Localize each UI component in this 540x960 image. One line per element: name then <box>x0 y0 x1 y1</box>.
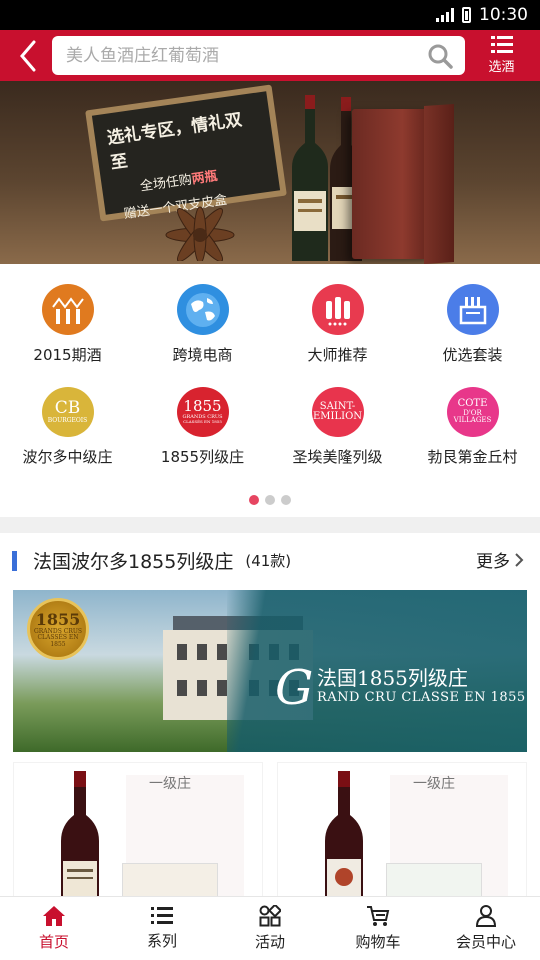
category-label: 跨境电商 <box>172 346 233 364</box>
list-icon <box>151 907 173 924</box>
nav-series[interactable]: 系列 <box>108 897 216 960</box>
back-button[interactable] <box>8 30 48 81</box>
filter-label: 选酒 <box>488 60 515 75</box>
category-label: 圣埃美隆列级 <box>292 448 383 466</box>
product-tag: 一级庄 <box>413 776 455 792</box>
page-indicator <box>0 495 540 505</box>
page-dot[interactable] <box>281 495 291 505</box>
category-label: 2015期酒 <box>33 346 102 364</box>
search-bar[interactable] <box>52 36 465 75</box>
cote-dor-icon: COTE D'OR VILLAGES <box>446 387 499 437</box>
category-label: 波尔多中级庄 <box>22 448 113 466</box>
bottom-nav: 首页 系列 活动 购物车 会员中心 <box>0 896 540 960</box>
user-icon <box>475 905 497 927</box>
home-icon <box>43 906 65 926</box>
leather-gift-box-lid <box>424 103 454 264</box>
menu-list-icon <box>490 36 513 53</box>
category-cote-dor[interactable]: COTE D'OR VILLAGES 勃艮第金丘村 <box>405 365 540 467</box>
search-icon[interactable] <box>427 43 453 69</box>
section-header: 法国波尔多1855列级庄 (41款) <box>0 533 540 588</box>
category-1855-classified[interactable]: 1855 GRANDS CRUS CLASSÉS EN 1855 1855列级庄 <box>135 365 270 467</box>
category-2015-futures[interactable]: 2015期酒 <box>0 264 135 365</box>
category-label: 1855列级庄 <box>160 448 245 466</box>
page-dot[interactable] <box>265 495 275 505</box>
section-1855: 法国波尔多1855列级庄 (41款) 更多 1855 GRANDS CRUS C… <box>0 533 540 922</box>
page-dot[interactable] <box>249 495 259 505</box>
globe-icon <box>176 284 229 335</box>
cart-icon <box>367 906 390 926</box>
section-banner[interactable]: 1855 GRANDS CRUS CLASSÉS EN 1855 G 法国185… <box>13 590 527 752</box>
wine-filter-button[interactable]: 选酒 <box>473 36 530 75</box>
category-label: 勃艮第金丘村 <box>427 448 518 466</box>
banner-initial: G <box>275 660 314 716</box>
nav-home[interactable]: 首页 <box>0 897 108 960</box>
nav-label: 首页 <box>38 933 69 951</box>
nav-member-center[interactable]: 会员中心 <box>432 897 540 960</box>
nav-activity[interactable]: 活动 <box>216 897 324 960</box>
signal-icon <box>436 8 454 22</box>
category-grid: 2015期酒 跨境电商 大师推荐 优选套装 CB BOURGEOIS 波尔多中级庄 <box>0 264 540 467</box>
promo-banner[interactable]: 选礼专区，情礼双至 全场任购两瓶 赠送一个双支皮盒 <box>0 81 540 264</box>
section-count: (41款) <box>245 552 292 570</box>
wine-bottle-image <box>292 95 328 261</box>
category-panel: 2015期酒 跨境电商 大师推荐 优选套装 CB BOURGEOIS 波尔多中级庄 <box>0 264 540 517</box>
nav-label: 活动 <box>254 933 285 951</box>
gift-box-icon <box>446 284 499 335</box>
top-header: 选酒 <box>0 30 540 81</box>
chevron-left-icon <box>20 40 36 71</box>
cru-bourgeois-icon: CB BOURGEOIS <box>41 387 94 437</box>
section-title: 法国波尔多1855列级庄 <box>33 551 234 573</box>
status-time: 10:30 <box>479 5 528 25</box>
category-master-pick[interactable]: 大师推荐 <box>270 264 405 365</box>
nav-cart[interactable]: 购物车 <box>324 897 432 960</box>
banner-title: 法国1855列级庄 <box>317 666 468 690</box>
section-accent-bar <box>12 550 17 571</box>
banner-subtitle: RAND CRU CLASSE EN 1855 <box>317 690 526 705</box>
category-cross-border[interactable]: 跨境电商 <box>135 264 270 365</box>
more-label: 更多 <box>476 552 510 572</box>
more-link[interactable]: 更多 <box>476 547 524 572</box>
1855-seal-icon: 1855 GRANDS CRUS CLASSÉS EN 1855 <box>27 598 89 660</box>
vintage-2015-icon <box>41 284 94 335</box>
category-label: 优选套装 <box>442 346 503 364</box>
category-saint-emilion[interactable]: SAINT- EMILION 圣埃美隆列级 <box>270 365 405 467</box>
chevron-right-icon <box>515 552 524 567</box>
search-input[interactable] <box>66 45 427 66</box>
master-pick-icon <box>311 284 364 335</box>
nav-label: 系列 <box>146 932 177 950</box>
category-bordeaux-bourgeois[interactable]: CB BOURGEOIS 波尔多中级庄 <box>0 365 135 467</box>
category-curated-sets[interactable]: 优选套装 <box>405 264 540 365</box>
1855-icon: 1855 GRANDS CRUS CLASSÉS EN 1855 <box>176 387 229 437</box>
nav-label: 购物车 <box>355 933 401 951</box>
category-label: 大师推荐 <box>307 346 368 364</box>
nav-label: 会员中心 <box>455 933 516 951</box>
activity-icon <box>259 905 281 927</box>
status-bar: 10:30 <box>0 0 540 30</box>
battery-icon <box>462 7 471 23</box>
saint-emilion-icon: SAINT- EMILION <box>311 387 364 437</box>
product-tag: 一级庄 <box>149 776 191 792</box>
star-anise-image <box>165 206 235 261</box>
